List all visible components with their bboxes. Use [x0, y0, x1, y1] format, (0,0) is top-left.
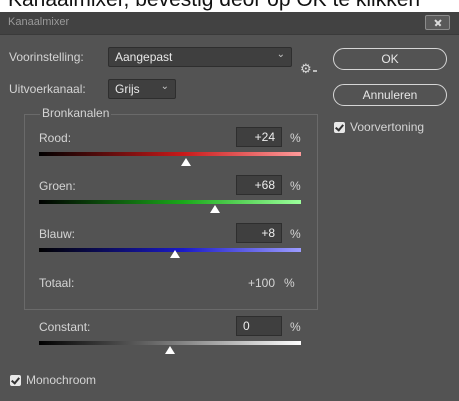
preview-label: Voorvertoning — [350, 120, 425, 134]
green-slider-thumb[interactable] — [209, 205, 220, 213]
output-channel-value: Grijs — [115, 82, 140, 96]
constant-value-input[interactable]: 0 — [236, 316, 282, 336]
ok-button[interactable]: OK — [333, 48, 447, 70]
green-slider-track[interactable] — [39, 200, 301, 204]
channel-mixer-dialog: Kanaalmixer Voorinstelling: Aangepast ⌄ … — [0, 12, 459, 401]
blue-percent-unit: % — [290, 227, 301, 241]
gear-icon[interactable]: ⚙ — [300, 61, 317, 77]
green-percent-unit: % — [290, 179, 301, 193]
monochrome-label: Monochroom — [26, 373, 97, 387]
red-percent-unit: % — [290, 131, 301, 145]
red-slider-thumb[interactable] — [180, 158, 191, 166]
title-bar: Kanaalmixer — [0, 12, 459, 35]
constant-percent-unit: % — [290, 320, 301, 334]
preset-value: Aangepast — [115, 50, 173, 64]
blue-slider-thumb[interactable] — [170, 250, 181, 258]
preset-dropdown[interactable]: Aangepast ⌄ — [108, 47, 292, 67]
output-channel-label: Uitvoerkanaal: — [9, 82, 86, 96]
constant-slider-thumb[interactable] — [165, 346, 175, 354]
preview-checkbox[interactable] — [334, 122, 345, 133]
constant-slider-track[interactable] — [39, 341, 301, 345]
green-channel-label: Groen: — [39, 179, 76, 193]
chevron-down-icon: ⌄ — [276, 49, 285, 60]
red-value-input[interactable]: +24 — [236, 127, 282, 147]
monochrome-checkbox[interactable] — [10, 375, 21, 386]
preset-label: Voorinstelling: — [9, 50, 84, 64]
blue-channel-label: Blauw: — [39, 227, 76, 241]
caption-strip: Kanaalmixer, bevestig deor op OK te klik… — [0, 0, 459, 12]
red-channel-label: Rood: — [39, 131, 72, 145]
total-percent-unit: % — [284, 276, 295, 290]
caption-text: Kanaalmixer, bevestig deor op OK te klik… — [8, 0, 420, 12]
cancel-button[interactable]: Annuleren — [333, 84, 447, 106]
total-label: Totaal: — [39, 276, 75, 290]
source-channels-legend: Bronkanalen — [40, 106, 112, 120]
red-slider-track[interactable] — [39, 152, 301, 156]
close-button[interactable] — [425, 15, 450, 30]
chevron-down-icon: ⌄ — [160, 81, 169, 92]
blue-value-input[interactable]: +8 — [236, 223, 282, 243]
constant-label: Constant: — [39, 320, 91, 334]
dialog-title: Kanaalmixer — [8, 16, 70, 28]
output-channel-dropdown[interactable]: Grijs ⌄ — [108, 79, 176, 99]
total-value: +100 — [248, 276, 276, 290]
green-value-input[interactable]: +68 — [236, 175, 282, 195]
